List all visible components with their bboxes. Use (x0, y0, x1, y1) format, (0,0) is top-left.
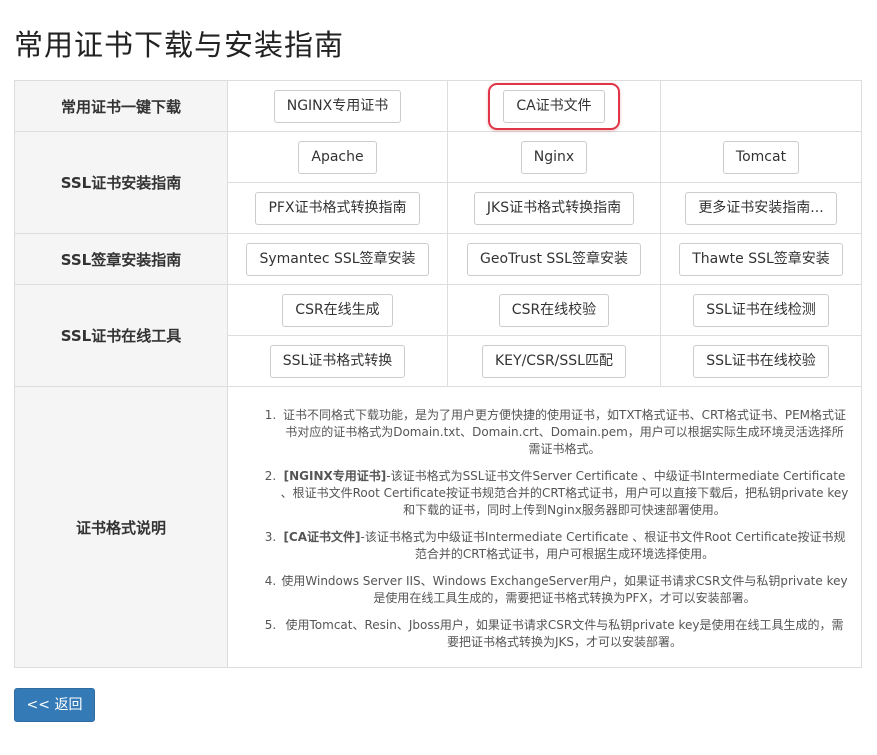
nginx-cert-download-button[interactable]: NGINX专用证书 (273, 89, 402, 123)
back-button[interactable]: << 返回 (14, 688, 95, 722)
format-notes-list: 证书不同格式下载功能，是为了用户更方便快捷的使用证书，如TXT格式证书、CRT格… (260, 407, 849, 651)
row-label-tools: SSL证书在线工具 (14, 284, 228, 387)
geotrust-seal-button[interactable]: GeoTrust SSL签章安装 (467, 242, 641, 276)
symantec-seal-button[interactable]: Symantec SSL签章安装 (246, 242, 429, 276)
empty-cell (660, 80, 862, 132)
row-label-install: SSL证书安装指南 (14, 131, 228, 234)
format-convert-button[interactable]: SSL证书格式转换 (269, 344, 406, 378)
list-item: 证书不同格式下载功能，是为了用户更方便快捷的使用证书，如TXT格式证书、CRT格… (280, 407, 849, 458)
list-item: 使用Tomcat、Resin、Jboss用户，如果证书请求CSR文件与私钥pri… (280, 617, 849, 651)
row-label-download: 常用证书一键下载 (14, 80, 228, 132)
cert-guide-table: 常用证书一键下载 NGINX专用证书 CA证书文件 SSL证书安装指南 Apac… (14, 80, 862, 668)
cert-verify-button[interactable]: SSL证书在线校验 (693, 344, 829, 378)
thawte-seal-button[interactable]: Thawte SSL签章安装 (679, 242, 843, 276)
key-match-button[interactable]: KEY/CSR/SSL匹配 (482, 344, 626, 378)
row-label-format-desc: 证书格式说明 (14, 386, 228, 668)
install-row: SSL证书安装指南 Apache Nginx Tomcat (14, 131, 862, 234)
format-desc-row: 证书格式说明 证书不同格式下载功能，是为了用户更方便快捷的使用证书，如TXT格式… (14, 386, 862, 668)
nginx-guide-button[interactable]: Nginx (520, 140, 588, 174)
highlight-box: CA证书文件 (488, 82, 620, 130)
pfx-guide-button[interactable]: PFX证书格式转换指南 (255, 191, 420, 225)
row-label-seal: SSL签章安装指南 (14, 233, 228, 285)
cert-check-button[interactable]: SSL证书在线检测 (693, 293, 829, 327)
ca-cert-download-button[interactable]: CA证书文件 (503, 89, 605, 123)
jks-guide-button[interactable]: JKS证书格式转换指南 (473, 191, 635, 225)
apache-guide-button[interactable]: Apache (298, 140, 377, 174)
tomcat-guide-button[interactable]: Tomcat (722, 140, 800, 174)
list-item: [CA证书文件]-该证书格式为中级证书Intermediate Certific… (280, 529, 849, 563)
tools-row: SSL证书在线工具 CSR在线生成 CSR在线校验 SSL证书在线检测 (14, 284, 862, 387)
list-item: 使用Windows Server IIS、Windows ExchangeSer… (280, 573, 849, 607)
download-row: 常用证书一键下载 NGINX专用证书 CA证书文件 (14, 80, 862, 132)
csr-verify-button[interactable]: CSR在线校验 (498, 293, 610, 327)
list-item: [NGINX专用证书]-该证书格式为SSL证书文件Server Certific… (280, 468, 849, 519)
page-title: 常用证书下载与安装指南 (14, 28, 345, 62)
seal-row: SSL签章安装指南 Symantec SSL签章安装 GeoTrust SSL签… (14, 233, 862, 285)
csr-generate-button[interactable]: CSR在线生成 (282, 293, 393, 327)
format-desc-cell: 证书不同格式下载功能，是为了用户更方便快捷的使用证书，如TXT格式证书、CRT格… (227, 386, 862, 668)
more-guide-button[interactable]: 更多证书安装指南... (685, 191, 837, 225)
